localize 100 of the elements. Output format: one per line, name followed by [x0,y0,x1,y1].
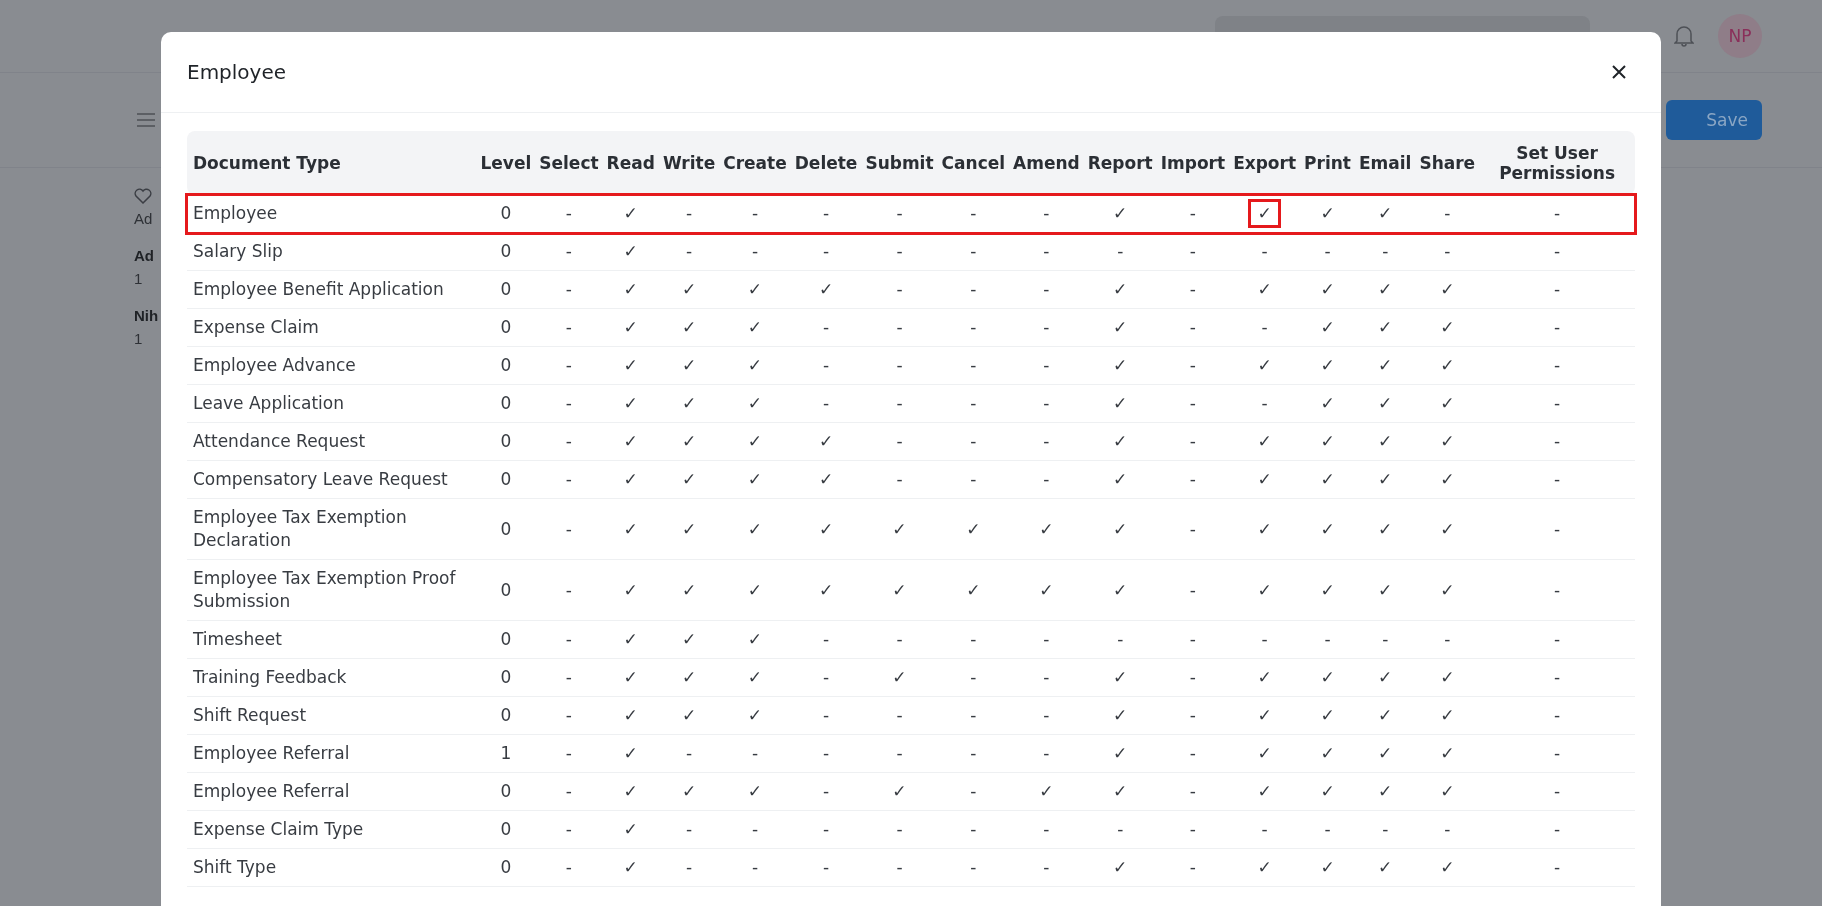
table-cell: - [1189,629,1196,649]
table-cell: ✓ [681,629,697,649]
table-cell: ✓ [966,518,981,539]
column-header: Set User Permissions [1479,131,1635,195]
table-cell: ✓ [1257,705,1272,725]
table-cell: - [970,203,977,223]
table-cell: 0 [500,518,512,539]
document-type-cell: Employee Tax Exemption Declaration [187,498,477,560]
table-cell: 0 [500,857,512,877]
table-cell: - [896,857,903,877]
table-cell: ✓ [892,781,907,801]
table-cell: - [1324,819,1331,839]
table-cell: - [1444,241,1451,261]
document-type-cell: Expense Claim Type [187,810,477,849]
table-cell: ✓ [1257,667,1272,687]
table-cell: ✓ [1440,355,1455,375]
table-cell: ✓ [1320,393,1335,413]
table-cell: - [1189,579,1196,600]
table-cell: ✓ [623,241,638,261]
table-cell: ✓ [1320,431,1335,451]
table-cell: ✓ [1113,431,1128,451]
table-cell: ✓ [1440,279,1455,299]
table-cell: ✓ [1440,518,1455,539]
table-cell: - [751,819,759,839]
menu-icon[interactable] [136,112,156,128]
table-cell: - [896,317,903,337]
table-cell: - [896,431,903,451]
table-cell: ✓ [1378,579,1393,600]
table-cell: ✓ [1113,279,1128,299]
table-cell: - [896,203,903,223]
table-cell: ✓ [681,518,697,539]
table-cell: - [823,667,830,687]
table-cell: - [896,819,903,839]
table-cell: - [1043,819,1050,839]
user-avatar[interactable]: NP [1718,14,1762,58]
document-type-cell: Employee Advance [187,346,477,385]
table-cell: - [1554,518,1561,539]
table-cell: - [823,781,830,801]
table-cell: - [565,279,572,299]
column-header: Share [1415,131,1480,195]
table-cell: - [970,743,977,763]
table-cell: - [896,743,903,763]
bell-icon[interactable] [1674,25,1694,47]
column-header: Select [535,131,603,195]
document-type-cell: Timesheet [187,620,477,659]
table-cell: ✓ [892,579,907,600]
table-cell: ✓ [747,629,763,649]
document-type-cell: Salary Slip [187,232,477,271]
table-cell: - [1043,355,1050,375]
document-type-cell: Expense Claim [187,308,477,347]
table-cell: - [685,857,693,877]
activity-text: Ad [134,210,153,227]
activity-text: 1 [134,270,143,287]
save-button[interactable]: Save [1666,100,1762,140]
table-cell: - [823,819,830,839]
activity-text: 1 [134,330,143,347]
column-header: Amend [1009,131,1084,195]
table-cell: ✓ [1378,667,1393,687]
column-header: Email [1354,131,1416,195]
table-cell: ✓ [818,579,834,600]
table-cell: ✓ [623,743,638,763]
table-cell: ✓ [747,355,763,375]
table-cell: - [1261,629,1268,649]
table-cell: ✓ [681,469,697,489]
document-type-cell: Employee [187,195,477,233]
column-header: Create [719,131,791,195]
heart-icon[interactable] [134,188,152,204]
table-cell: - [1382,241,1389,261]
table-cell: - [1043,393,1050,413]
table-cell: - [565,355,572,375]
table-cell: - [823,241,830,261]
table-cell: ✓ [623,819,638,839]
table-cell: ✓ [1113,579,1128,600]
table-cell: ✓ [1440,317,1455,337]
table-cell: 0 [500,469,512,489]
table-cell: ✓ [623,393,638,413]
table-cell: - [565,579,572,600]
table-cell: - [823,203,830,223]
table-cell: ✓ [1113,317,1128,337]
table-cell: ✓ [1257,743,1272,763]
table-cell: 0 [500,629,512,649]
table-cell: - [823,629,830,649]
table-cell: - [1554,743,1561,763]
table-cell: ✓ [623,667,638,687]
table-cell: ✓ [1378,317,1393,337]
table-cell: - [1554,857,1561,877]
table-cell: ✓ [1113,667,1128,687]
table-cell: ✓ [681,279,697,299]
table-cell: - [685,241,693,261]
table-cell: ✓ [1251,202,1278,225]
table-cell: - [970,355,977,375]
table-cell: - [970,431,977,451]
table-cell: ✓ [1039,518,1054,539]
table-cell: - [1189,393,1196,413]
table-cell: 0 [500,393,512,413]
table-cell: ✓ [1440,579,1455,600]
table-cell: - [1554,469,1561,489]
table-cell: - [1554,317,1561,337]
table-cell: - [1189,317,1196,337]
table-cell: - [823,857,830,877]
